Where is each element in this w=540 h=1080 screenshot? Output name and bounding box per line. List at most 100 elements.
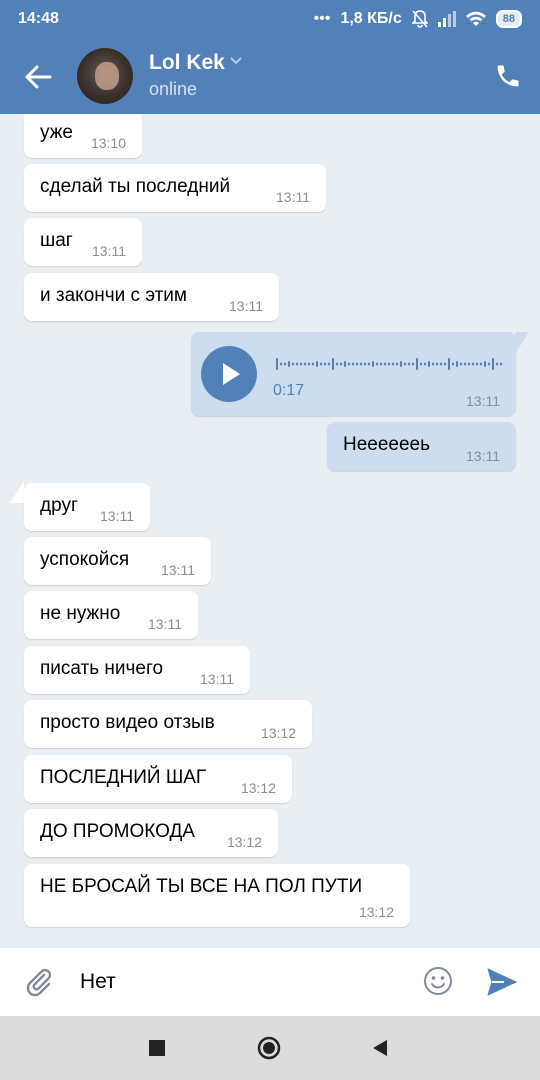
message-time: 13:11	[200, 671, 234, 687]
status-indicators: ••• 1,8 КБ/с 88	[314, 10, 522, 28]
message-list[interactable]: уже 13:10 сделай ты последний 13:11 шаг …	[0, 114, 540, 948]
message-time: 13:10	[90, 135, 126, 151]
message-bubble[interactable]: уже 13:10	[24, 114, 142, 158]
waveform-bar	[344, 361, 346, 367]
waveform-bar	[440, 362, 442, 366]
avatar[interactable]	[77, 48, 133, 104]
waveform-bar	[424, 362, 426, 366]
paperclip-icon[interactable]	[23, 966, 55, 998]
waveform-bar	[276, 358, 278, 370]
waveform-bar	[356, 362, 358, 366]
waveform-bar	[312, 362, 314, 366]
home-button[interactable]	[257, 1036, 281, 1060]
play-button[interactable]	[201, 346, 257, 402]
message-text: не нужно	[40, 603, 121, 624]
waveform-bar	[280, 362, 282, 366]
message-time: 13:11	[148, 616, 182, 632]
message-bubble[interactable]: ДО ПРОМОКОДА 13:12	[24, 809, 278, 857]
waveform-bar	[340, 362, 342, 366]
mute-bell-icon	[411, 10, 428, 28]
waveform-bar	[292, 362, 294, 366]
waveform-bar	[368, 362, 370, 366]
waveform-bar	[468, 362, 470, 366]
signal-icon	[437, 11, 456, 27]
battery-indicator: 88	[495, 10, 522, 28]
recent-apps-button[interactable]	[149, 1040, 165, 1056]
waveform-bar	[284, 362, 286, 366]
message-time: 13:11	[92, 243, 126, 259]
waveform-bar	[416, 358, 418, 370]
waveform-bar	[300, 362, 302, 366]
waveform-bar	[332, 358, 334, 370]
message-text: и закончи с этим	[40, 285, 187, 306]
waveform-bar	[412, 362, 414, 366]
waveform-bar	[392, 362, 394, 366]
message-time: 13:11	[161, 562, 195, 578]
message-time: 13:12	[226, 834, 262, 850]
waveform-bar	[432, 362, 434, 366]
message-bubble[interactable]: и закончи с этим 13:11	[24, 273, 279, 321]
chevron-down-icon[interactable]	[229, 56, 243, 66]
waveform-bar	[384, 362, 386, 366]
voice-duration: 0:17	[273, 382, 305, 399]
message-time: 13:11	[229, 298, 263, 314]
message-bubble[interactable]: просто видео отзыв 13:12	[24, 700, 312, 748]
waveform-bar	[408, 362, 410, 366]
message-bubble[interactable]: друг 13:11	[24, 483, 150, 531]
dots-icon: •••	[313, 10, 331, 27]
waveform-bar	[328, 362, 330, 366]
message-bubble[interactable]: не нужно 13:11	[24, 591, 198, 639]
waveform-bar	[376, 362, 378, 366]
phone-icon[interactable]	[494, 62, 522, 90]
waveform-bar	[304, 362, 306, 366]
back-button[interactable]	[371, 1039, 389, 1057]
message-bubble[interactable]: Нееееееь 13:11	[327, 422, 516, 471]
message-bubble[interactable]: успокойся 13:11	[24, 537, 211, 585]
waveform-bar	[324, 362, 326, 366]
waveform-bar	[288, 361, 290, 367]
message-text: НЕ БРОСАЙ ТЫ ВСЕ НА ПОЛ ПУТИ	[40, 876, 363, 897]
message-text: ДО ПРОМОКОДА	[40, 821, 195, 842]
waveform-bar	[404, 362, 406, 366]
waveform-bar	[436, 362, 438, 366]
message-text: успокойся	[40, 549, 130, 570]
waveform-bar	[460, 362, 462, 366]
waveform-bar	[360, 362, 362, 366]
message-bubble[interactable]: шаг 13:11	[24, 218, 142, 266]
waveform-bar	[352, 362, 354, 366]
waveform-bar	[396, 362, 398, 366]
waveform-bar	[308, 362, 310, 366]
message-time: 13:12	[260, 725, 296, 741]
waveform-bar	[336, 362, 338, 366]
message-time: 13:11	[276, 189, 310, 205]
contact-name[interactable]: Lol Kek	[149, 51, 225, 75]
message-text: сделай ты последний	[40, 176, 231, 197]
waveform-bar	[348, 362, 350, 366]
bubble-tail	[515, 332, 529, 354]
waveform-bar	[428, 361, 430, 367]
voice-message-bubble[interactable]: 0:17 13:11	[191, 332, 516, 416]
message-time: 13:11	[100, 508, 134, 524]
waveform-bar	[476, 362, 478, 366]
emoji-icon[interactable]	[423, 966, 453, 996]
status-time: 14:48	[18, 10, 59, 27]
message-time: 13:12	[358, 904, 394, 920]
message-bubble[interactable]: НЕ БРОСАЙ ТЫ ВСЕ НА ПОЛ ПУТИ 13:12	[24, 864, 410, 927]
waveform-bar	[496, 362, 498, 366]
play-icon	[223, 363, 240, 385]
voice-waveform[interactable]	[274, 356, 504, 372]
waveform-bar	[400, 361, 402, 367]
message-input[interactable]: Нет	[80, 970, 116, 994]
waveform-bar	[472, 362, 474, 366]
back-arrow-icon[interactable]	[22, 62, 54, 92]
waveform-bar	[500, 362, 502, 366]
message-text: Нееееееь	[343, 434, 431, 455]
message-bubble[interactable]: писать ничего 13:11	[24, 646, 250, 694]
waveform-bar	[480, 362, 482, 366]
bubble-tail	[10, 481, 24, 503]
message-time: 13:12	[240, 780, 276, 796]
message-bubble[interactable]: сделай ты последний 13:11	[24, 164, 326, 212]
message-bubble[interactable]: ПОСЛЕДНИЙ ШАГ 13:12	[24, 755, 292, 803]
send-icon[interactable]	[486, 966, 518, 998]
status-bar: 14:48 ••• 1,8 КБ/с 88	[0, 0, 540, 38]
